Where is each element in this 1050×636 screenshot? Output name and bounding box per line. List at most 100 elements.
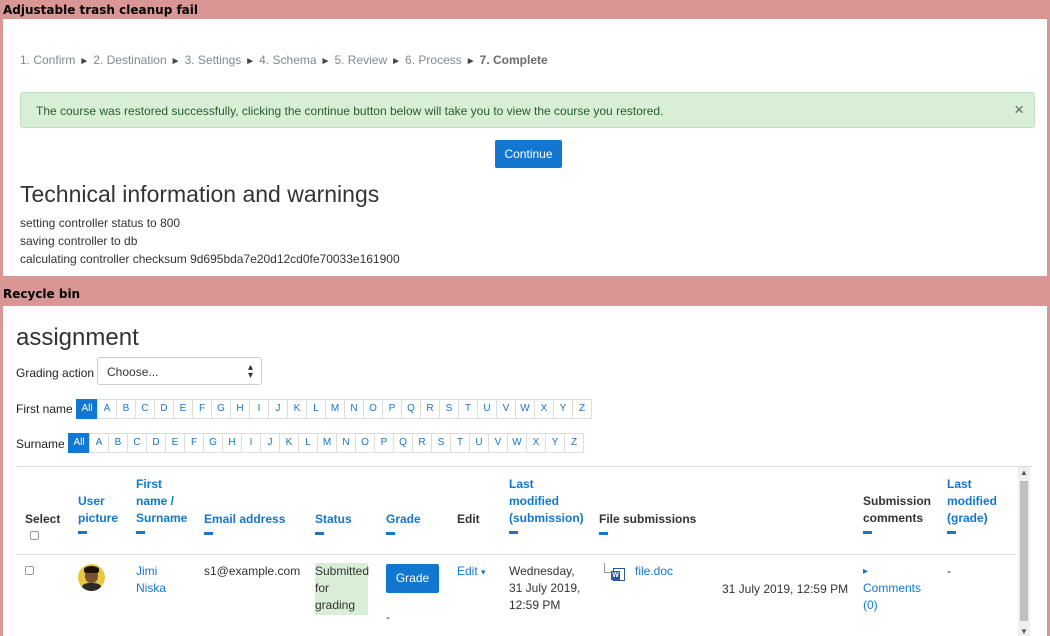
caret-down-icon: ▾ bbox=[481, 567, 486, 577]
collapse-icon[interactable] bbox=[136, 531, 145, 534]
word-document-icon: W bbox=[611, 568, 625, 581]
collapse-icon[interactable] bbox=[78, 531, 87, 534]
header-status[interactable]: Status bbox=[315, 511, 352, 535]
grading-action-select[interactable]: Choose... ▴ ▾ bbox=[97, 357, 262, 385]
sn-letter-c[interactable]: C bbox=[127, 433, 147, 453]
collapse-icon[interactable] bbox=[204, 532, 213, 535]
collapse-icon[interactable] bbox=[863, 531, 872, 534]
grading-table: Select User picture First name / Surname… bbox=[16, 466, 1032, 636]
vertical-scrollbar[interactable]: ▲ ▼ bbox=[1018, 467, 1030, 636]
sn-letter-t[interactable]: T bbox=[450, 433, 470, 453]
last-modified-submission: Wednesday, 31 July 2019, 12:59 PM bbox=[509, 564, 581, 612]
sn-letter-v[interactable]: V bbox=[488, 433, 508, 453]
sn-letter-l[interactable]: L bbox=[298, 433, 318, 453]
status-badge: Submitted for grading bbox=[315, 563, 369, 615]
fn-letter-e[interactable]: E bbox=[173, 399, 193, 419]
file-link[interactable]: file.doc bbox=[635, 563, 673, 580]
fn-letter-g[interactable]: G bbox=[211, 399, 231, 419]
fn-letter-w[interactable]: W bbox=[515, 399, 535, 419]
fn-letter-a[interactable]: A bbox=[97, 399, 117, 419]
sn-letter-r[interactable]: R bbox=[412, 433, 432, 453]
sn-letter-u[interactable]: U bbox=[469, 433, 489, 453]
sn-letter-i[interactable]: I bbox=[241, 433, 261, 453]
fn-letter-q[interactable]: Q bbox=[401, 399, 421, 419]
fn-letter-n[interactable]: N bbox=[344, 399, 364, 419]
sn-letter-w[interactable]: W bbox=[507, 433, 527, 453]
header-grade[interactable]: Grade bbox=[386, 511, 421, 535]
user-name-link[interactable]: Jimi Niska bbox=[136, 563, 166, 597]
sn-letter-s[interactable]: S bbox=[431, 433, 451, 453]
sn-letter-m[interactable]: M bbox=[317, 433, 337, 453]
sn-letter-a[interactable]: A bbox=[89, 433, 109, 453]
close-icon[interactable]: × bbox=[1014, 100, 1024, 120]
fn-letter-p[interactable]: P bbox=[382, 399, 402, 419]
fn-letter-x[interactable]: X bbox=[534, 399, 554, 419]
fn-letter-t[interactable]: T bbox=[458, 399, 478, 419]
step-process: 6. Process bbox=[405, 53, 462, 67]
fn-letter-all[interactable]: All bbox=[76, 399, 98, 419]
step-settings: 3. Settings bbox=[184, 53, 242, 67]
fn-letter-j[interactable]: J bbox=[268, 399, 288, 419]
fn-letter-z[interactable]: Z bbox=[572, 399, 592, 419]
sn-letter-e[interactable]: E bbox=[165, 433, 185, 453]
step-schema: 4. Schema bbox=[259, 53, 317, 67]
restore-complete-panel: 1. Confirm ► 2. Destination ► 3. Settings ► 4.… bbox=[3, 19, 1047, 276]
sn-letter-n[interactable]: N bbox=[336, 433, 356, 453]
fn-letter-k[interactable]: K bbox=[287, 399, 307, 419]
fn-letter-i[interactable]: I bbox=[249, 399, 269, 419]
sn-letter-g[interactable]: G bbox=[203, 433, 223, 453]
sn-letter-y[interactable]: Y bbox=[545, 433, 565, 453]
expand-arrow-icon: ▸ bbox=[863, 566, 869, 577]
section-label-recycle-bin: Recycle bin bbox=[3, 287, 81, 301]
header-select: Select bbox=[25, 512, 61, 526]
header-email[interactable]: Email address bbox=[204, 511, 285, 535]
sn-letter-h[interactable]: H bbox=[222, 433, 242, 453]
fn-letter-y[interactable]: Y bbox=[553, 399, 573, 419]
fn-letter-c[interactable]: C bbox=[135, 399, 155, 419]
fn-letter-b[interactable]: B bbox=[116, 399, 136, 419]
header-user-picture[interactable]: User picture bbox=[78, 493, 118, 534]
header-last-modified-grade[interactable]: Last modified (grade) bbox=[947, 476, 997, 534]
sn-letter-p[interactable]: P bbox=[374, 433, 394, 453]
fn-letter-o[interactable]: O bbox=[363, 399, 383, 419]
grade-button[interactable]: Grade bbox=[386, 564, 439, 593]
edit-menu[interactable]: Edit ▾ bbox=[457, 563, 486, 581]
fn-letter-v[interactable]: V bbox=[496, 399, 516, 419]
fn-letter-s[interactable]: S bbox=[439, 399, 459, 419]
restore-stepper: 1. Confirm ► 2. Destination ► 3. Settings ► 4.… bbox=[20, 53, 548, 67]
fn-letter-l[interactable]: L bbox=[306, 399, 326, 419]
fn-letter-d[interactable]: D bbox=[154, 399, 174, 419]
sn-letter-f[interactable]: F bbox=[184, 433, 204, 453]
collapse-icon[interactable] bbox=[315, 532, 324, 535]
sn-letter-j[interactable]: J bbox=[260, 433, 280, 453]
fn-letter-r[interactable]: R bbox=[420, 399, 440, 419]
scroll-down-icon: ▼ bbox=[1020, 627, 1028, 636]
fn-letter-h[interactable]: H bbox=[230, 399, 250, 419]
fn-letter-u[interactable]: U bbox=[477, 399, 497, 419]
sn-letter-q[interactable]: Q bbox=[393, 433, 413, 453]
continue-button[interactable]: Continue bbox=[495, 140, 562, 168]
comments-toggle[interactable]: ▸ Comments (0) bbox=[863, 563, 921, 614]
sn-letter-z[interactable]: Z bbox=[564, 433, 584, 453]
sn-letter-k[interactable]: K bbox=[279, 433, 299, 453]
surname-letters: All A B C D E F G H I J K L M N O P Q R S T U V W X Y Z bbox=[68, 433, 584, 453]
header-first-name-surname[interactable]: First name / Surname bbox=[136, 476, 187, 534]
first-name-filter-label: First name bbox=[16, 402, 73, 416]
select-all-checkbox[interactable] bbox=[30, 531, 39, 540]
collapse-icon[interactable] bbox=[509, 531, 518, 534]
sn-letter-o[interactable]: O bbox=[355, 433, 375, 453]
header-last-modified-submission[interactable]: Last modified (submission) bbox=[509, 476, 584, 534]
row-select-checkbox[interactable] bbox=[25, 566, 34, 575]
success-alert: The course was restored successfully, cl… bbox=[20, 92, 1035, 128]
row-divider bbox=[16, 554, 1016, 555]
sn-letter-all[interactable]: All bbox=[68, 433, 90, 453]
sn-letter-x[interactable]: X bbox=[526, 433, 546, 453]
collapse-icon[interactable] bbox=[386, 532, 395, 535]
sn-letter-d[interactable]: D bbox=[146, 433, 166, 453]
tech-line: calculating controller checksum 9d695bda… bbox=[20, 252, 400, 266]
collapse-icon[interactable] bbox=[599, 532, 608, 535]
collapse-icon[interactable] bbox=[947, 531, 956, 534]
fn-letter-f[interactable]: F bbox=[192, 399, 212, 419]
fn-letter-m[interactable]: M bbox=[325, 399, 345, 419]
sn-letter-b[interactable]: B bbox=[108, 433, 128, 453]
